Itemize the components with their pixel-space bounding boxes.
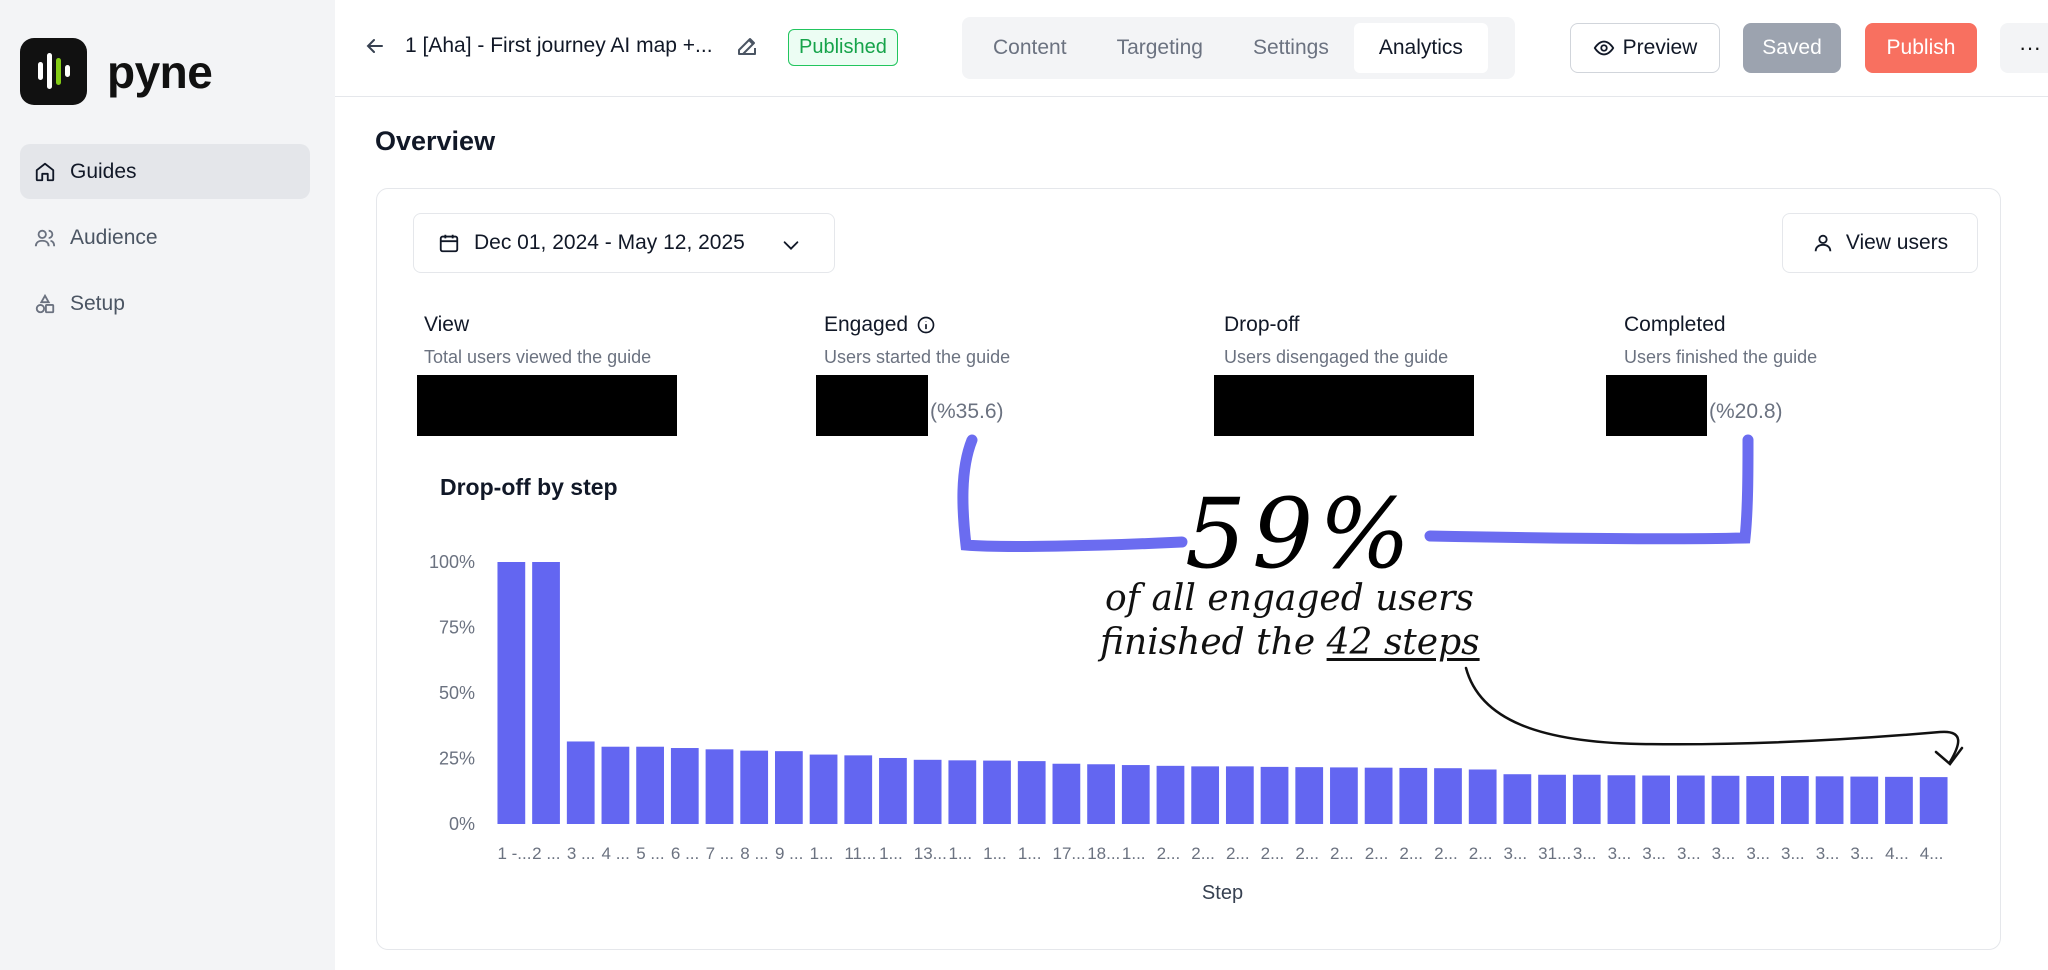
view-tabs: Content Targeting Settings Analytics xyxy=(962,17,1515,79)
top-header: 1 [Aha] - First journey AI map +... Publ… xyxy=(335,0,2048,97)
chevron-down-icon xyxy=(783,241,799,250)
sidebar-nav: Guides Audience Setup xyxy=(20,144,310,342)
view-users-label: View users xyxy=(1845,231,1949,254)
date-range-label: Dec 01, 2024 - May 12, 2025 xyxy=(474,231,745,254)
stat-subtitle: Total users viewed the guide xyxy=(424,347,652,367)
home-icon xyxy=(34,161,56,183)
stat-dropoff: Drop-off Users disengaged the guide xyxy=(1214,313,1474,436)
tab-targeting[interactable]: Targeting xyxy=(1092,23,1228,73)
stat-subtitle: Users started the guide xyxy=(824,347,1011,367)
sidebar-item-label: Guides xyxy=(70,159,137,183)
redacted-value xyxy=(417,375,677,436)
preview-label: Preview xyxy=(1622,36,1698,59)
user-icon xyxy=(1814,234,1832,252)
back-arrow-icon[interactable] xyxy=(363,34,387,58)
redacted-value xyxy=(1606,375,1707,436)
shapes-icon xyxy=(34,293,56,315)
annotation-line-2: finished the 42 steps xyxy=(1100,622,1480,663)
annotation-underlined: 42 steps xyxy=(1326,622,1480,663)
view-users-button[interactable]: View users xyxy=(1782,213,1978,273)
preview-button[interactable]: Preview xyxy=(1570,23,1720,73)
status-badge: Published xyxy=(788,29,898,66)
eye-icon xyxy=(1593,40,1614,56)
stat-completed: Completed Users finished the guide (%20.… xyxy=(1606,313,1818,436)
tab-analytics[interactable]: Analytics xyxy=(1353,23,1488,73)
sidebar: pyne Guides Audience Setup xyxy=(0,0,335,970)
stat-percent: (%20.8) xyxy=(1709,400,1783,423)
annotation-line-2-prefix: finished the xyxy=(1100,622,1327,663)
sidebar-item-guides[interactable]: Guides xyxy=(20,144,310,199)
users-icon xyxy=(34,227,56,249)
edit-icon[interactable] xyxy=(735,34,759,58)
tab-settings[interactable]: Settings xyxy=(1228,23,1354,73)
sidebar-item-label: Setup xyxy=(70,291,125,315)
brand-name: pyne xyxy=(107,45,213,98)
annotation-line-1: of all engaged users xyxy=(1105,578,1474,619)
sidebar-item-setup[interactable]: Setup xyxy=(20,276,310,331)
annotation-big-number: 59% xyxy=(1185,478,1417,590)
stat-subtitle: Users finished the guide xyxy=(1624,347,1818,367)
stat-engaged: Engaged Users started the guide (%35.6) xyxy=(816,313,1011,436)
stat-title: Drop-off xyxy=(1224,313,1300,336)
publish-button[interactable]: Publish xyxy=(1865,23,1977,73)
tab-content[interactable]: Content xyxy=(968,23,1092,73)
info-icon[interactable] xyxy=(916,315,936,335)
sidebar-item-label: Audience xyxy=(70,225,158,249)
guide-title: 1 [Aha] - First journey AI map +... xyxy=(405,34,713,57)
redacted-value xyxy=(1214,375,1474,436)
date-range-picker[interactable]: Dec 01, 2024 - May 12, 2025 xyxy=(413,213,835,273)
stat-subtitle: Users disengaged the guide xyxy=(1224,347,1449,367)
chart-title: Drop-off by step xyxy=(440,474,618,500)
pyne-logo-icon xyxy=(20,38,87,105)
stat-view: View Total users viewed the guide xyxy=(417,313,677,436)
stat-title: View xyxy=(424,313,470,336)
more-options-icon[interactable]: ··· xyxy=(2000,23,2048,73)
brand-logo[interactable]: pyne xyxy=(20,38,213,105)
stat-title: Engaged xyxy=(824,313,909,336)
sidebar-item-audience[interactable]: Audience xyxy=(20,210,310,265)
page-title: Overview xyxy=(375,126,496,156)
stat-percent: (%35.6) xyxy=(930,400,1004,423)
calendar-icon xyxy=(439,234,459,253)
redacted-value xyxy=(816,375,928,436)
saved-button[interactable]: Saved xyxy=(1743,23,1841,73)
stat-title: Completed xyxy=(1624,313,1726,336)
